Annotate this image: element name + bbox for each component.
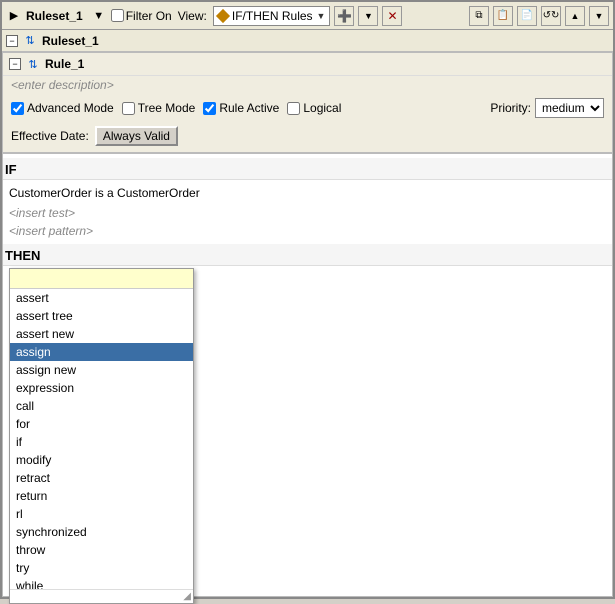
delete-button[interactable]: ✕ (382, 6, 402, 26)
view-select[interactable]: IF/THEN Rules ▼ (213, 6, 331, 26)
ruleset-expand-icon[interactable]: − (6, 35, 18, 47)
effective-date-section: Effective Date: Always Valid (3, 122, 612, 152)
priority-label: Priority: (490, 101, 531, 115)
view-dropdown-arrow-icon[interactable]: ▼ (317, 11, 326, 21)
rule-active-label: Rule Active (203, 101, 279, 115)
copy-button[interactable]: ⧉ (469, 6, 489, 26)
dropdown-item[interactable]: while (10, 577, 193, 589)
main-window: ▶ Ruleset_1 ▼ Filter On View: IF/THEN Ru… (0, 0, 615, 599)
view-label: View: (178, 9, 207, 23)
filter-on-checkbox[interactable] (111, 9, 124, 22)
tree-mode-checkbox[interactable] (122, 102, 135, 115)
filter-on-checkbox-group: Filter On (111, 9, 172, 23)
priority-section: Priority: low medium high (490, 98, 604, 118)
dropdown-item[interactable]: synchronized (10, 523, 193, 541)
add-button[interactable]: ➕ (334, 6, 354, 26)
dropdown-item[interactable]: return (10, 487, 193, 505)
if-label: IF (3, 158, 612, 180)
dropdown-item[interactable]: assert new (10, 325, 193, 343)
rule-name: Rule_1 (45, 57, 84, 71)
insert-pattern-link[interactable]: <insert pattern> (3, 222, 612, 240)
dropdown-item[interactable]: rl (10, 505, 193, 523)
filter-on-label: Filter On (126, 9, 172, 23)
down-button[interactable]: ▼ (589, 6, 609, 26)
ruleset-header: − ⇅ Ruleset_1 (2, 30, 613, 52)
rule-panel: − ⇅ Rule_1 <enter description> Advanced … (2, 52, 613, 153)
ruleset-order-icon: ⇅ (22, 33, 38, 49)
up-button[interactable]: ▲ (565, 6, 585, 26)
if-section: IF CustomerOrder is a CustomerOrder <ins… (3, 158, 612, 240)
then-label: THEN (3, 244, 612, 266)
dropdown-arrow-button[interactable]: ▼ (358, 6, 378, 26)
always-valid-button[interactable]: Always Valid (95, 126, 178, 146)
dropdown-item[interactable]: try (10, 559, 193, 577)
dropdown-item[interactable]: assert tree (10, 307, 193, 325)
effective-date-label: Effective Date: (11, 129, 89, 143)
view-value: IF/THEN Rules (232, 9, 313, 23)
then-section: THEN <insert action> assertassert treeas… (3, 244, 612, 296)
ruleset-name-label: Ruleset_1 (26, 9, 83, 23)
ruleset-name: Ruleset_1 (42, 34, 99, 48)
toolbar: ▶ Ruleset_1 ▼ Filter On View: IF/THEN Ru… (2, 2, 613, 30)
rule-description[interactable]: <enter description> (3, 76, 612, 94)
ruleset-collapse-icon[interactable]: ▶ (6, 8, 22, 24)
tree-mode-label: Tree Mode (122, 101, 196, 115)
paste-button[interactable]: 📋 (493, 6, 513, 26)
dropdown-item[interactable]: expression (10, 379, 193, 397)
if-then-area: IF CustomerOrder is a CustomerOrder <ins… (2, 153, 613, 597)
dropdown-item[interactable]: if (10, 433, 193, 451)
advanced-mode-label: Advanced Mode (11, 101, 114, 115)
dropdown-item[interactable]: throw (10, 541, 193, 559)
dropdown-item[interactable]: for (10, 415, 193, 433)
dropdown-items-list: assertassert treeassert newassignassign … (10, 289, 193, 589)
condition-row: CustomerOrder is a CustomerOrder (3, 182, 612, 204)
dropdown-resize-handle[interactable]: ◢ (10, 589, 193, 603)
logical-label: Logical (287, 101, 341, 115)
priority-select[interactable]: low medium high (535, 98, 604, 118)
ruleset-arrow-icon[interactable]: ▼ (91, 8, 107, 24)
advanced-mode-checkbox[interactable] (11, 102, 24, 115)
refresh-button[interactable]: ↺↻ (541, 6, 561, 26)
dropdown-item[interactable]: modify (10, 451, 193, 469)
paste-special-button[interactable]: 📄 (517, 6, 537, 26)
rule-active-checkbox[interactable] (203, 102, 216, 115)
insert-test-link[interactable]: <insert test> (3, 204, 612, 222)
dropdown-search-input[interactable] (10, 269, 193, 289)
rule-options: Advanced Mode Tree Mode Rule Active Logi… (3, 94, 612, 122)
dropdown-item[interactable]: assign new (10, 361, 193, 379)
logical-checkbox[interactable] (287, 102, 300, 115)
dropdown-item[interactable]: assert (10, 289, 193, 307)
action-dropdown: assertassert treeassert newassignassign … (9, 268, 194, 604)
dropdown-item[interactable]: retract (10, 469, 193, 487)
rule-header: − ⇅ Rule_1 (3, 53, 612, 76)
view-diamond-icon (216, 8, 230, 22)
dropdown-item[interactable]: assign (10, 343, 193, 361)
rule-expand-icon[interactable]: − (9, 58, 21, 70)
insert-action-container: <insert action> assertassert treeassert … (9, 268, 114, 296)
dropdown-item[interactable]: call (10, 397, 193, 415)
rule-order-icon: ⇅ (25, 56, 41, 72)
